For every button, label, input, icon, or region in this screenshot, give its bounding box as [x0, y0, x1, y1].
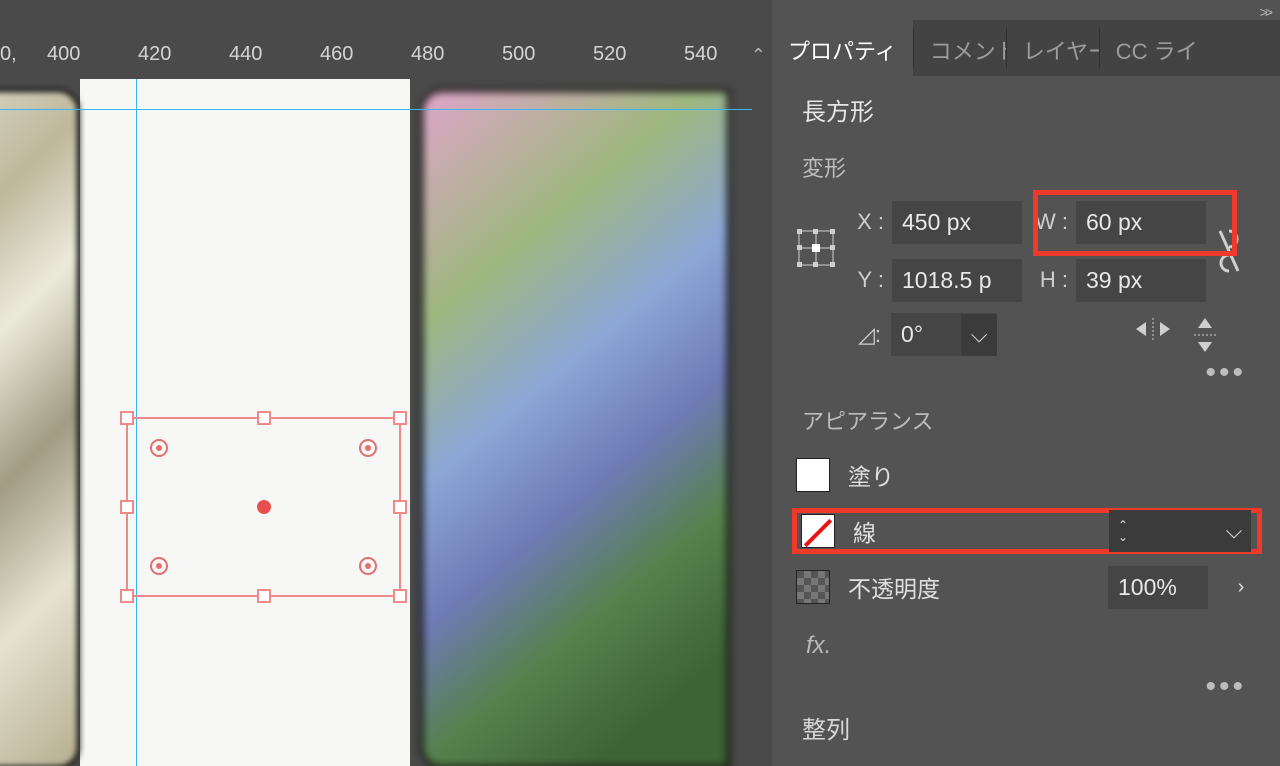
chevron-down-icon[interactable]: ⌵	[1217, 510, 1251, 552]
center-point[interactable]	[257, 500, 271, 514]
h-label: H :	[1026, 267, 1072, 293]
selected-rectangle[interactable]	[126, 417, 401, 597]
opacity-input[interactable]	[1108, 566, 1208, 609]
y-label: Y :	[850, 267, 888, 293]
tab-cc-libraries[interactable]: CC ライ	[1100, 20, 1214, 76]
stroke-weight-input[interactable]	[1137, 510, 1217, 552]
anchor-point[interactable]	[359, 439, 377, 457]
canvas-area[interactable]: 0, 400 420 440 460 480 500 520 540 ⌃	[0, 0, 772, 766]
anchor-point[interactable]	[150, 439, 168, 457]
fx-button[interactable]: fx.	[772, 614, 1280, 678]
stroke-swatch[interactable]	[801, 514, 835, 548]
artboard[interactable]	[0, 79, 772, 766]
tab-comment[interactable]: コメント	[914, 20, 1006, 76]
horizontal-ruler: 0, 400 420 440 460 480 500 520 540	[0, 38, 772, 69]
rotation-input[interactable]	[891, 313, 961, 356]
opacity-swatch[interactable]	[796, 570, 830, 604]
align-section-title: 整列	[772, 700, 1280, 745]
anchor-point[interactable]	[359, 557, 377, 575]
image-right	[420, 89, 730, 766]
tab-layers[interactable]: レイヤー	[1007, 20, 1099, 76]
x-label: X :	[850, 209, 888, 235]
resize-handle[interactable]	[120, 500, 134, 514]
chevron-right-icon[interactable]: ›	[1226, 566, 1256, 608]
rotation-select[interactable]: ⌵	[891, 313, 997, 356]
stroke-weight-stepper[interactable]: ⌃⌄ ⌵	[1109, 510, 1251, 552]
guide-horizontal[interactable]	[0, 109, 752, 110]
fill-label: 塗り	[848, 458, 968, 492]
resize-handle[interactable]	[393, 411, 407, 425]
scroll-up-icon[interactable]: ⌃	[751, 45, 766, 66]
chevron-down-icon[interactable]: ⌄	[1118, 531, 1128, 543]
chevron-down-icon[interactable]: ⌵	[961, 314, 997, 356]
image-left	[0, 89, 80, 766]
angle-icon: ◿:	[858, 322, 881, 348]
fill-swatch[interactable]	[796, 458, 830, 492]
panel-tabs: プロパティ コメント レイヤー CC ライ	[772, 20, 1280, 76]
stroke-label: 線	[853, 514, 973, 548]
stroke-row: 線 ⌃⌄ ⌵	[792, 508, 1262, 554]
resize-handle[interactable]	[120, 589, 134, 603]
expand-panel-icon[interactable]: >>	[1260, 0, 1280, 20]
shape-type-label: 長方形	[772, 76, 1280, 133]
x-input[interactable]	[892, 201, 1022, 244]
more-options-icon[interactable]: •••	[772, 364, 1280, 386]
h-input[interactable]	[1076, 259, 1206, 302]
more-options-icon[interactable]: •••	[772, 678, 1280, 700]
transform-section-title: 変形	[772, 133, 1280, 189]
flip-horizontal-icon[interactable]	[1136, 318, 1170, 352]
resize-handle[interactable]	[393, 500, 407, 514]
registration-point-grid[interactable]	[796, 228, 846, 274]
appearance-section-title: アピアランス	[772, 386, 1280, 442]
properties-panel: >> プロパティ コメント レイヤー CC ライ 長方形 変形	[772, 0, 1280, 766]
tab-properties[interactable]: プロパティ	[772, 20, 913, 76]
resize-handle[interactable]	[257, 411, 271, 425]
fill-row: 塗り	[796, 452, 1256, 498]
y-input[interactable]	[892, 259, 1022, 302]
anchor-point[interactable]	[150, 557, 168, 575]
resize-handle[interactable]	[257, 589, 271, 603]
opacity-label: 不透明度	[848, 570, 968, 604]
resize-handle[interactable]	[393, 589, 407, 603]
resize-handle[interactable]	[120, 411, 134, 425]
opacity-row: 不透明度 ›	[796, 564, 1256, 610]
flip-vertical-icon[interactable]	[1194, 318, 1216, 352]
highlight-w	[1040, 197, 1230, 249]
